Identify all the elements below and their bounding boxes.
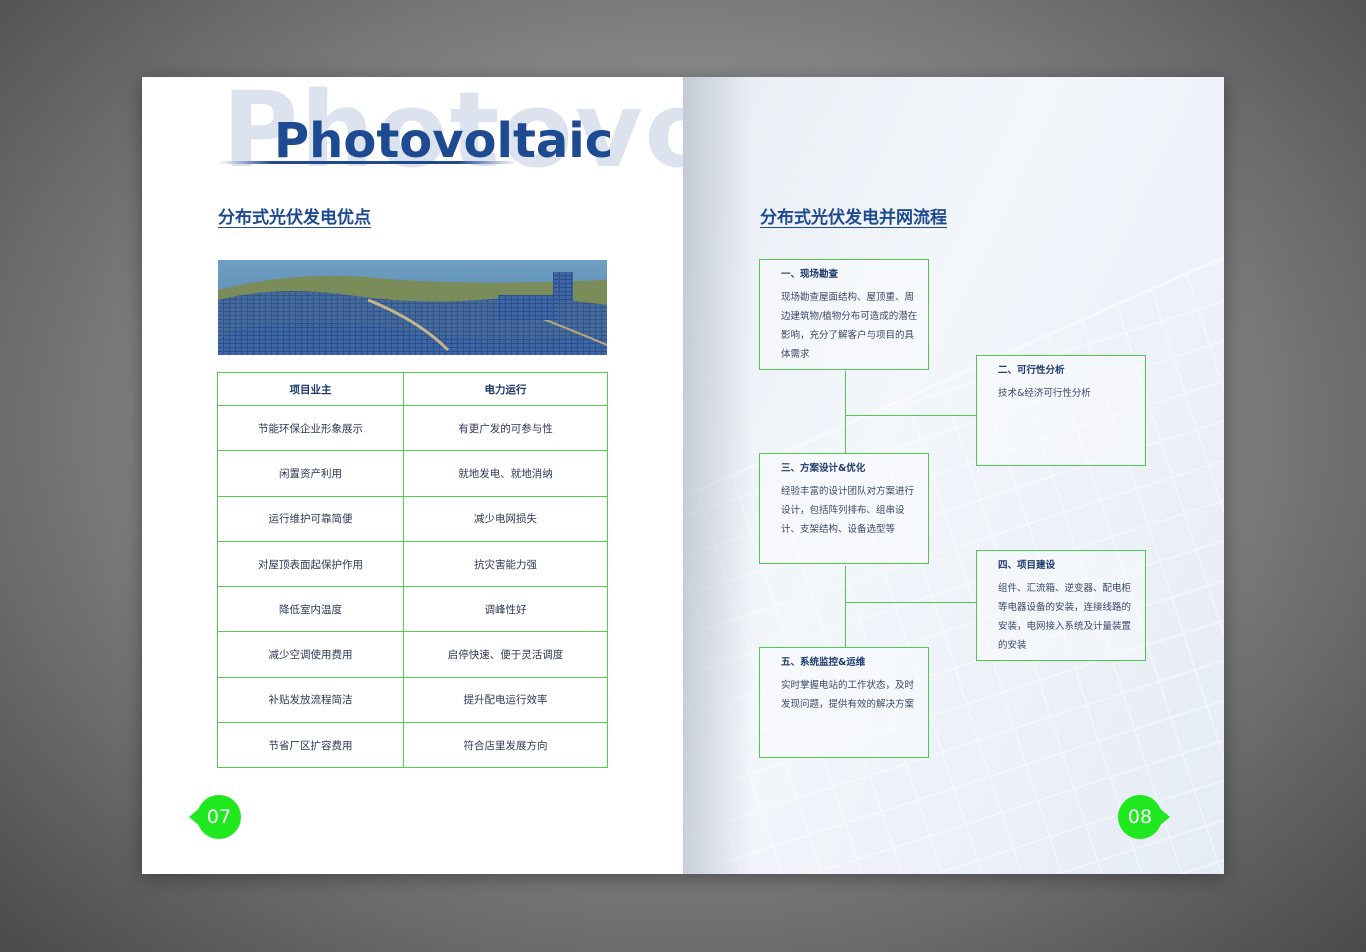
title-underline [218, 161, 518, 164]
spine-shadow [683, 77, 753, 874]
table-cell: 补贴发放流程简洁 [217, 676, 404, 724]
table-row: 降低室内温度 调峰性好 [217, 586, 609, 633]
table-row: 节能环保企业形象展示 有更广发的可参与性 [217, 404, 609, 452]
table-cell: 抗灾害能力强 [402, 540, 609, 588]
step-title: 二、可行性分析 [998, 365, 1065, 376]
table-cell: 提升配电运行效率 [402, 676, 609, 724]
connector-line [845, 602, 976, 603]
process-step-3: 三、方案设计&优化 经验丰富的设计团队对方案进行设计，包括阵列排布、组串设计、支… [759, 453, 929, 564]
table-cell: 减少电网损失 [402, 495, 609, 542]
step-description: 经验丰富的设计团队对方案进行设计，包括阵列排布、组串设计、支架结构、设备选型等 [781, 486, 915, 535]
table-cell: 就地发电、就地消纳 [402, 450, 609, 497]
step-description: 技术&经济可行性分析 [998, 388, 1091, 399]
solar-farm-photo [218, 260, 607, 355]
process-step-4: 四、项目建设 组件、汇流箱、逆变器、配电柜等电器设备的安装，连接线路的安装，电网… [976, 550, 1146, 661]
table-cell: 降低室内温度 [217, 586, 404, 633]
step-description: 现场勘查屋面结构、屋顶重、周边建筑物/植物分布可造成的潜在影响，充分了解客户与项… [781, 292, 918, 360]
step-title: 三、方案设计&优化 [781, 463, 866, 474]
step-title: 一、现场勘查 [781, 269, 839, 280]
left-page: Photovoltaic Photovoltaic 分布式光伏发电优点 [142, 77, 683, 874]
table-cell: 减少空调使用费用 [217, 631, 404, 678]
step-title: 五、系统监控&运维 [781, 657, 866, 668]
section-title-advantages: 分布式光伏发电优点 [218, 208, 371, 228]
table-cell: 调峰性好 [402, 586, 609, 633]
table-header-row: 项目业主 电力运行 [217, 372, 609, 406]
column-header-owner: 项目业主 [217, 372, 404, 406]
table-row: 节省厂区扩容费用 符合店里发展方向 [217, 722, 609, 769]
process-step-2: 二、可行性分析 技术&经济可行性分析 [976, 355, 1146, 466]
table-cell: 符合店里发展方向 [402, 722, 609, 769]
connector-line [845, 415, 976, 416]
table-cell: 对屋顶表面起保护作用 [217, 540, 404, 588]
table-row: 闲置资产利用 就地发电、就地消纳 [217, 450, 609, 497]
table-cell: 节能环保企业形象展示 [217, 404, 404, 452]
step-description: 组件、汇流箱、逆变器、配电柜等电器设备的安装，连接线路的安装，电网接入系统及计量… [998, 583, 1132, 651]
brochure-spread: Photovoltaic Photovoltaic 分布式光伏发电优点 [142, 77, 1224, 874]
table-cell: 运行维护可靠简便 [217, 495, 404, 542]
page-number: 07 [206, 806, 232, 828]
section-title-process: 分布式光伏发电并网流程 [760, 208, 947, 228]
step-title: 四、项目建设 [998, 560, 1056, 571]
table-row: 对屋顶表面起保护作用 抗灾害能力强 [217, 540, 609, 588]
table-cell: 有更广发的可参与性 [402, 404, 609, 452]
right-page: 分布式光伏发电并网流程 一、现场勘查 现场勘查屋面结构、屋顶重、周边建筑物/植物… [683, 77, 1224, 874]
step-description: 实时掌握电站的工作状态，及时发现问题，提供有效的解决方案 [781, 680, 915, 710]
page-number-badge-right: 08 [1118, 795, 1170, 839]
table-cell: 闲置资产利用 [217, 450, 404, 497]
table-cell: 节省厂区扩容费用 [217, 722, 404, 769]
process-step-1: 一、现场勘查 现场勘查屋面结构、屋顶重、周边建筑物/植物分布可造成的潜在影响，充… [759, 259, 929, 370]
page-number-badge-left: 07 [189, 795, 241, 839]
table-row: 补贴发放流程简洁 提升配电运行效率 [217, 676, 609, 724]
table-row: 运行维护可靠简便 减少电网损失 [217, 495, 609, 542]
process-step-5: 五、系统监控&运维 实时掌握电站的工作状态，及时发现问题，提供有效的解决方案 [759, 647, 929, 758]
column-header-power: 电力运行 [402, 372, 609, 406]
table-cell: 启停快速、便于灵活调度 [402, 631, 609, 678]
page-number: 08 [1127, 806, 1153, 828]
connector-line [845, 371, 846, 453]
table-row: 减少空调使用费用 启停快速、便于灵活调度 [217, 631, 609, 678]
connector-line [845, 566, 846, 648]
advantages-table: 项目业主 电力运行 节能环保企业形象展示 有更广发的可参与性 闲置资产利用 就地… [217, 372, 609, 769]
